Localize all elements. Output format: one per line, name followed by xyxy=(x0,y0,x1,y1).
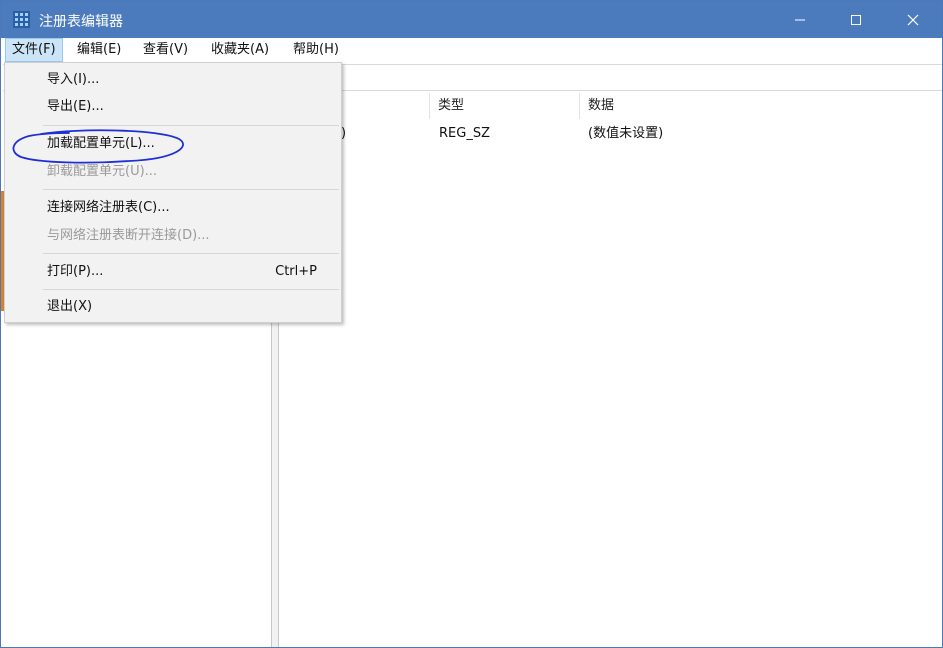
menu-item-label: 打印(P)... xyxy=(47,264,104,279)
menu-separator xyxy=(43,189,339,190)
menu-item-unload-hive: 卸载配置单元(U)... xyxy=(5,159,341,185)
menu-item-label: 卸载配置单元(U)... xyxy=(47,164,158,179)
menu-item-print[interactable]: 打印(P)... Ctrl+P xyxy=(5,259,341,285)
registry-editor-icon xyxy=(13,11,30,28)
minimize-icon xyxy=(795,19,805,20)
menu-help[interactable]: 帮助(H) xyxy=(287,38,345,62)
maximize-button[interactable] xyxy=(833,1,879,38)
menu-item-label: 连接网络注册表(C)... xyxy=(47,200,170,215)
column-separator[interactable] xyxy=(579,93,580,119)
menu-item-label: 导入(I)... xyxy=(47,72,100,87)
menu-item-exit[interactable]: 退出(X) xyxy=(5,294,341,320)
menu-view[interactable]: 查看(V) xyxy=(137,38,194,62)
menu-item-shortcut: Ctrl+P xyxy=(275,264,317,279)
title-bar[interactable]: 注册表编辑器 xyxy=(1,1,942,38)
value-type[interactable]: REG_SZ xyxy=(439,124,490,144)
menu-item-label: 退出(X) xyxy=(47,299,93,314)
menu-favorites[interactable]: 收藏夹(A) xyxy=(205,38,275,62)
menu-item-export[interactable]: 导出(E)... xyxy=(5,94,341,120)
menu-item-connect-network-registry[interactable]: 连接网络注册表(C)... xyxy=(5,195,341,221)
column-header-type[interactable]: 类型 xyxy=(438,95,464,117)
menu-item-disconnect-network-registry: 与网络注册表断开连接(D)... xyxy=(5,223,341,249)
file-menu-dropdown: 导入(I)... 导出(E)... 加载配置单元(L)... 卸载配置单元(U)… xyxy=(4,62,342,323)
menu-separator xyxy=(43,289,339,290)
window-title: 注册表编辑器 xyxy=(39,14,123,30)
maximize-icon xyxy=(851,14,861,25)
menu-item-label: 加载配置单元(L)... xyxy=(47,136,155,151)
column-header-data[interactable]: 数据 xyxy=(588,95,614,117)
menu-item-import[interactable]: 导入(I)... xyxy=(5,67,341,93)
column-separator[interactable] xyxy=(429,93,430,119)
menu-bar: 文件(F) 编辑(E) 查看(V) 收藏夹(A) 帮助(H) xyxy=(1,38,942,63)
menu-file[interactable]: 文件(F) xyxy=(5,38,63,62)
menu-separator xyxy=(43,253,339,254)
menu-item-label: 导出(E)... xyxy=(47,99,104,114)
close-icon xyxy=(907,14,919,25)
minimize-button[interactable] xyxy=(777,1,823,38)
value-data[interactable]: (数值未设置) xyxy=(588,124,663,144)
registry-editor-window: 注册表编辑器 文件(F) 编辑(E) 查看(V) 收藏夹(A) 帮助(H) 类型… xyxy=(0,0,943,648)
menu-item-load-hive[interactable]: 加载配置单元(L)... xyxy=(5,131,341,157)
menu-edit[interactable]: 编辑(E) xyxy=(71,38,127,62)
values-list-pane[interactable]: 类型 数据 ) REG_SZ (数值未设置) xyxy=(279,91,942,647)
close-button[interactable] xyxy=(890,1,936,38)
menu-separator xyxy=(43,125,339,126)
menu-item-label: 与网络注册表断开连接(D)... xyxy=(47,228,210,243)
